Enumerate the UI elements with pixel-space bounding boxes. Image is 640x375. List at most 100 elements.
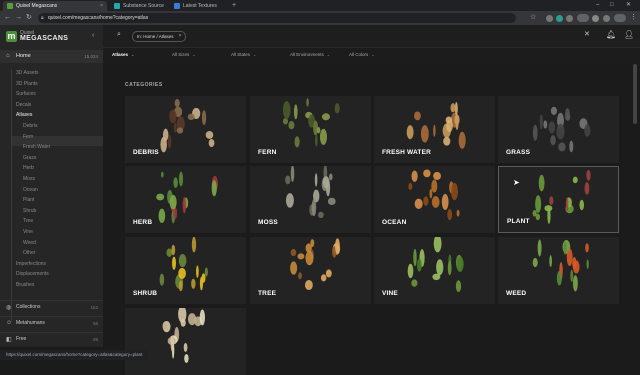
specimen-shape (411, 279, 418, 287)
category-card-weed[interactable]: WEED (498, 237, 619, 304)
profile-avatar[interactable] (614, 14, 626, 22)
clear-search-icon[interactable]: ✕ (584, 30, 590, 38)
sidebar-item-home[interactable]: ⌂ Home 15,024 (0, 50, 103, 63)
specimen-shape (288, 120, 295, 130)
sidebar-item-metahumans[interactable]: ☺ Metahumans 56 (0, 316, 103, 330)
search-bar: ⌕ In: Home / Atlases × ✕ 🔔︎ 👤︎ (103, 25, 640, 48)
extension-icon[interactable] (603, 15, 610, 22)
extension-icon[interactable] (592, 15, 599, 22)
specimen-shape (407, 263, 414, 279)
category-label: GRASS (506, 149, 531, 156)
specimen-shape (456, 209, 460, 217)
sidebar-item-decals[interactable]: Decals (16, 101, 103, 110)
specimen-shape (550, 135, 556, 146)
category-card-fern[interactable]: FERN (250, 96, 371, 163)
sidebar-item-weed[interactable]: Weed (23, 239, 110, 248)
scrollbar[interactable] (633, 64, 637, 124)
specimen-shape (436, 259, 444, 276)
specimen-shape (160, 136, 167, 153)
category-card-herb[interactable]: HERB (125, 166, 246, 233)
sidebar-item-surfaces[interactable]: Surfaces (16, 90, 103, 99)
close-window-icon[interactable]: ✕ (626, 0, 631, 10)
sidebar-item-3d-plants[interactable]: 3D Plants (16, 80, 103, 89)
specimen-shape (456, 256, 464, 273)
filter-state-dropdown[interactable]: All States ⌄ (231, 52, 256, 57)
address-bar[interactable]: 🔒︎ quixel.com/megascans/home?category=at… (38, 13, 516, 23)
category-card-tree[interactable]: TREE (250, 237, 371, 304)
sidebar-item-herb[interactable]: Herb (23, 164, 110, 173)
filter-environment-dropdown[interactable]: All Environments ⌄ (290, 52, 330, 57)
specimen-shape (414, 111, 421, 121)
sidebar-item-3d-assets[interactable]: 3D Assets (16, 69, 103, 78)
category-card-shrub[interactable]: SHRUB (125, 237, 246, 304)
category-card-plant[interactable]: PLANT (498, 166, 619, 233)
sidebar-item-shrub[interactable]: Shrub (23, 207, 110, 216)
filter-color-dropdown[interactable]: All Colors ⌄ (349, 52, 375, 57)
category-card-vine[interactable]: VINE (374, 237, 495, 304)
bell-icon[interactable]: 🔔︎ (606, 30, 616, 39)
filter-size-dropdown[interactable]: All Sizes ⌄ (172, 52, 196, 57)
sidebar-item-tree[interactable]: Tree (23, 217, 110, 226)
specimen-shape (290, 248, 297, 257)
extension-icon[interactable] (556, 15, 563, 22)
specimen-shape (325, 179, 331, 197)
specimen-shape (191, 237, 197, 253)
specimen-shape (447, 260, 452, 276)
specimen-shape (169, 194, 177, 210)
back-icon[interactable]: ← (4, 13, 11, 23)
filter-type-dropdown[interactable]: Atlases ⌄ (112, 52, 134, 57)
browser-menu-icon[interactable]: ⋮ (630, 13, 637, 21)
sidebar-item-label: Metahumans (16, 320, 45, 326)
specimen-shape (433, 124, 436, 137)
forward-icon[interactable]: → (15, 13, 22, 23)
user-icon[interactable]: 👤︎ (624, 30, 634, 39)
sidebar-item-free[interactable]: ◧ Free 89 (0, 332, 103, 347)
location-chip[interactable]: In: Home / Atlases × (132, 31, 186, 42)
sidebar-item-brushes[interactable]: Brushes (16, 281, 103, 290)
specimen-shape (335, 238, 340, 255)
sidebar-item-collections[interactable]: ◍ Collections 162 (0, 300, 103, 314)
category-card-ocean[interactable]: OCEAN (374, 166, 495, 233)
close-tab-icon[interactable]: × (100, 1, 103, 11)
sidebar-item-plant[interactable]: Plant (23, 196, 110, 205)
sidebar-item-fresh-water[interactable]: Fresh Water (23, 143, 110, 152)
browser-tab-quixel[interactable]: Quixel Megascans × (3, 1, 107, 11)
new-tab-button[interactable]: + (232, 0, 236, 11)
sidebar-item-moss[interactable]: Moss (23, 175, 110, 184)
maximize-icon[interactable]: □ (610, 0, 614, 10)
sidebar-item-debris[interactable]: Debris (23, 122, 110, 131)
reload-icon[interactable]: ↻ (26, 13, 32, 23)
category-card-other[interactable] (125, 308, 246, 375)
category-card-fresh-water[interactable]: FRESH WATER (374, 96, 495, 163)
minimize-icon[interactable]: – (596, 0, 599, 10)
sidebar-item-imperfections[interactable]: Imperfections (16, 260, 103, 269)
category-card-moss[interactable]: MOSS (250, 166, 371, 233)
megascans-logo-icon[interactable]: m (6, 31, 17, 42)
nav-tree-line (11, 69, 12, 321)
sidebar-item-fern[interactable]: Fern (23, 133, 110, 142)
specimen-shape (411, 170, 418, 182)
sidebar-item-atlases[interactable]: Atlases (16, 111, 103, 120)
sidebar-item-other[interactable]: Other (23, 249, 110, 258)
sidebar-item-grass[interactable]: Grass (23, 154, 110, 163)
sidebar-item-ocean[interactable]: Ocean (23, 186, 110, 195)
status-bar: https://quixel.com/megascans/home?catego… (0, 350, 149, 360)
category-card-grass[interactable]: GRASS (498, 96, 619, 163)
category-label: FRESH WATER (382, 149, 432, 156)
collapse-sidebar-icon[interactable]: ‹ (92, 32, 94, 39)
specimen-shape (543, 120, 548, 129)
category-card-debris[interactable]: DEBRIS (125, 96, 246, 163)
extension-icon[interactable] (546, 15, 553, 22)
sidebar-item-displacements[interactable]: Displacements (16, 270, 103, 279)
chevron-down-icon: ⌄ (326, 52, 331, 57)
browser-tab-textures[interactable]: Latest Textures (170, 1, 230, 11)
chip-remove-icon[interactable]: × (179, 32, 182, 41)
extension-badge[interactable] (577, 14, 589, 22)
bookmark-star-icon[interactable]: ☆ (530, 13, 536, 21)
sidebar-item-vine[interactable]: Vine (23, 228, 110, 237)
specimen-shape (565, 112, 571, 121)
extension-icon[interactable] (566, 15, 573, 22)
category-label: OCEAN (382, 219, 407, 226)
browser-tab-substance[interactable]: Substance Source Homepage (110, 1, 170, 19)
search-icon[interactable]: ⌕ (117, 31, 121, 39)
